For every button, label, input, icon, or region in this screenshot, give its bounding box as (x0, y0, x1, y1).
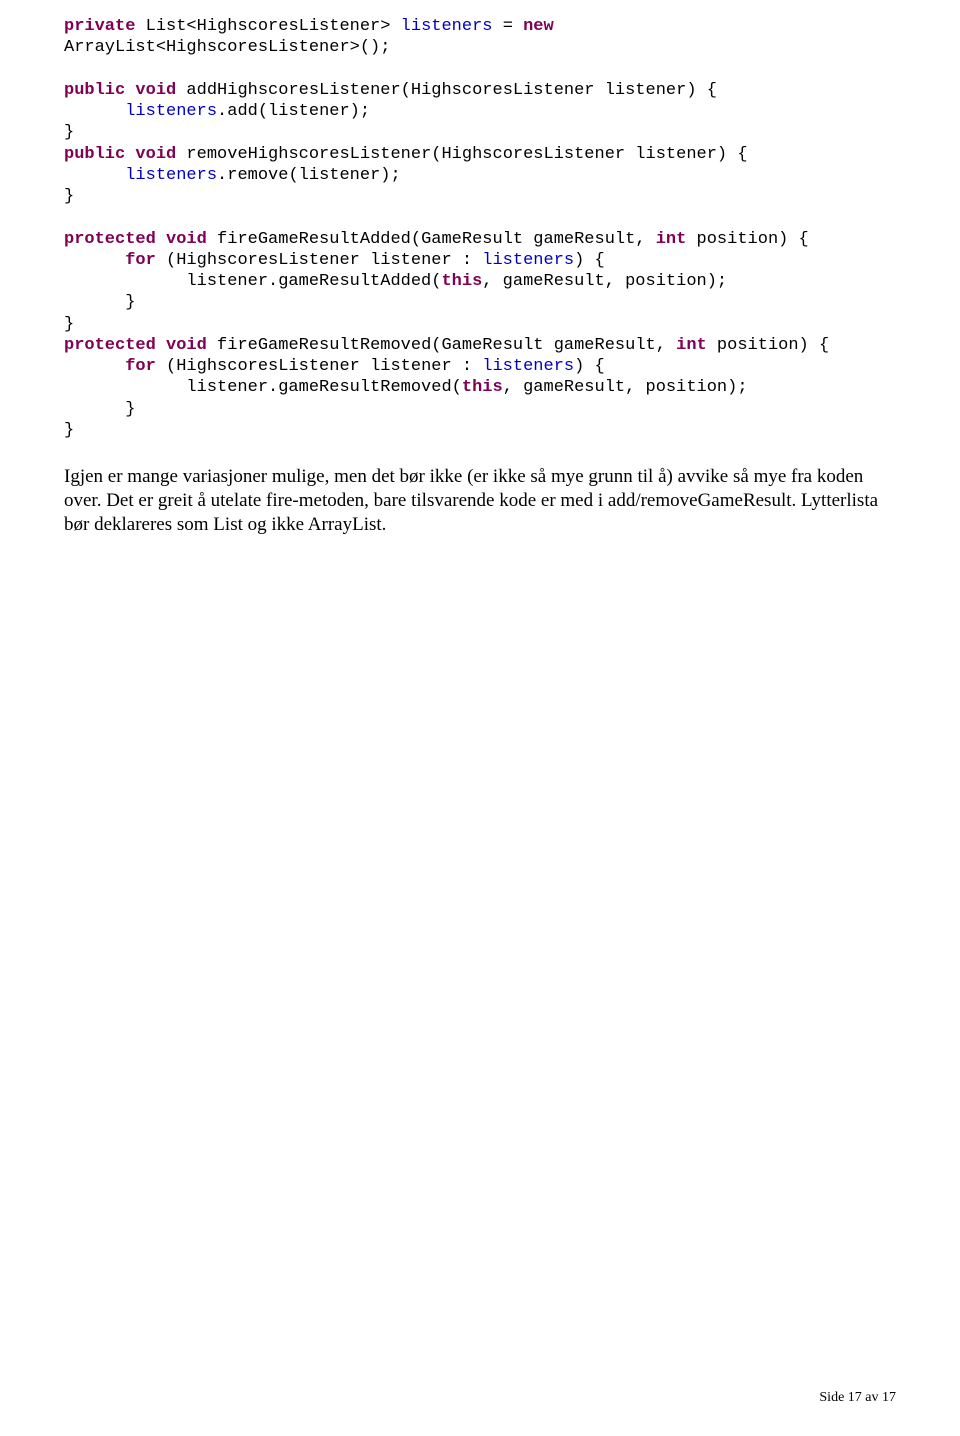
code-text: removeHighscoresListener(HighscoresListe… (176, 145, 747, 164)
kw-protected: protected (64, 336, 156, 355)
kw-void: void (166, 336, 207, 355)
kw-for: for (125, 357, 156, 376)
code-text: } (64, 123, 74, 142)
code-text: } (64, 315, 74, 334)
kw-new: new (523, 17, 554, 36)
code-text: position) { (686, 230, 808, 249)
explanation-paragraph: Igjen er mange variasjoner mulige, men d… (64, 465, 896, 536)
kw-public: public (64, 145, 125, 164)
page-footer: Side 17 av 17 (819, 1390, 896, 1406)
kw-for: for (125, 251, 156, 270)
code-text: , gameResult, position); (482, 272, 727, 291)
code-text: fireGameResultRemoved(GameResult gameRes… (207, 336, 676, 355)
code-text: ) { (574, 357, 605, 376)
code-text: } (64, 400, 135, 419)
kw-private: private (64, 17, 135, 36)
field-listeners: listeners (125, 166, 217, 185)
kw-public: public (64, 81, 125, 100)
indent (64, 102, 125, 121)
field-listeners: listeners (482, 357, 574, 376)
code-text: position) { (707, 336, 829, 355)
indent (64, 166, 125, 185)
code-text: ) { (574, 251, 605, 270)
kw-this: this (462, 378, 503, 397)
code-text: (HighscoresListener listener : (156, 251, 482, 270)
code-text: .remove(listener); (217, 166, 401, 185)
kw-void: void (135, 145, 176, 164)
code-text (156, 230, 166, 249)
kw-void: void (135, 81, 176, 100)
code-text: } (64, 187, 74, 206)
code-text: = (493, 17, 524, 36)
field-listeners: listeners (482, 251, 574, 270)
field-listeners: listeners (401, 17, 493, 36)
code-text: List<HighscoresListener> (135, 17, 400, 36)
code-text: addHighscoresListener(HighscoresListener… (176, 81, 717, 100)
kw-int: int (656, 230, 687, 249)
code-text (156, 336, 166, 355)
kw-void: void (166, 230, 207, 249)
code-text: listener.gameResultAdded( (64, 272, 441, 291)
kw-this: this (441, 272, 482, 291)
code-text: (HighscoresListener listener : (156, 357, 482, 376)
indent (64, 357, 125, 376)
code-text: } (64, 293, 135, 312)
code-text: , gameResult, position); (503, 378, 748, 397)
field-listeners: listeners (125, 102, 217, 121)
code-text: listener.gameResultRemoved( (64, 378, 462, 397)
code-text: } (64, 421, 74, 440)
code-text (125, 81, 135, 100)
code-text: fireGameResultAdded(GameResult gameResul… (207, 230, 656, 249)
code-text (125, 145, 135, 164)
kw-protected: protected (64, 230, 156, 249)
code-text: .add(listener); (217, 102, 370, 121)
code-block: private List<HighscoresListener> listene… (64, 16, 896, 441)
indent (64, 251, 125, 270)
code-text: ArrayList<HighscoresListener>(); (64, 38, 390, 57)
kw-int: int (676, 336, 707, 355)
